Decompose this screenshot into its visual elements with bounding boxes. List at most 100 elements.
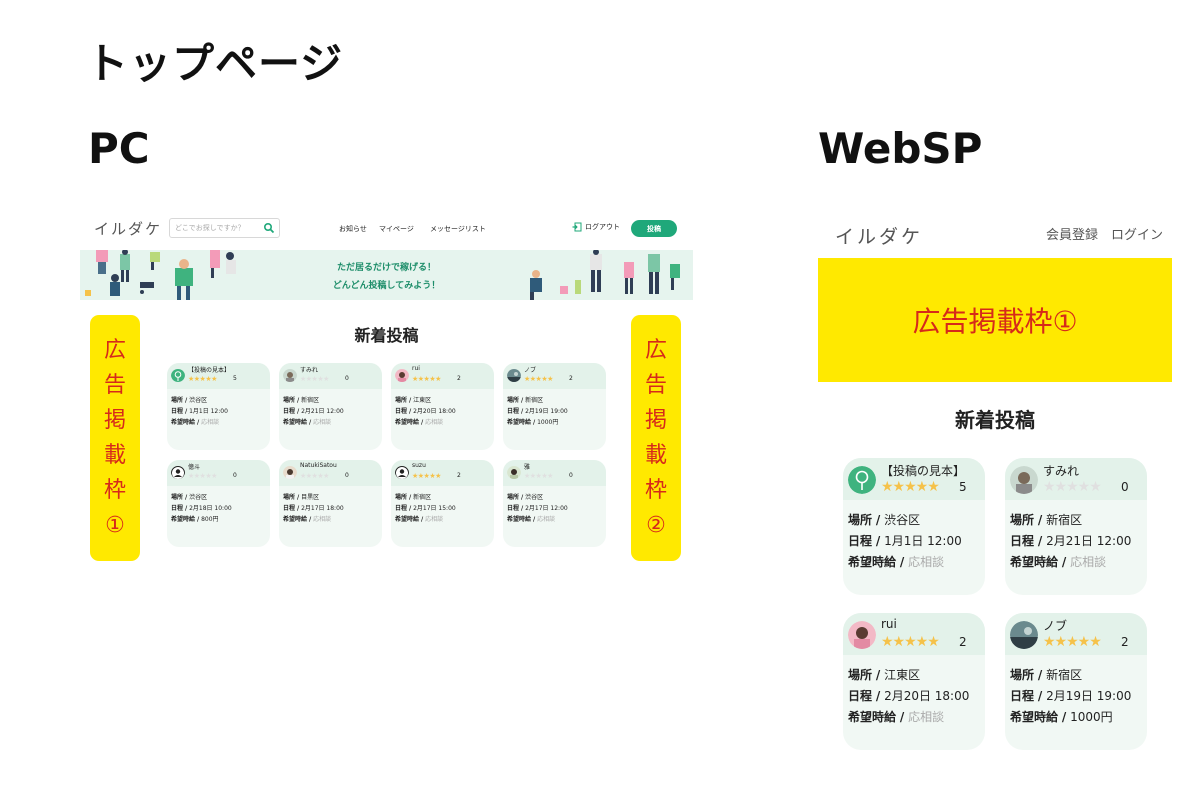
websp-section-label: WebSP [818, 124, 983, 173]
avatar [395, 465, 409, 479]
wage-value: 応相談 [1070, 555, 1107, 569]
date-label: 日程 [171, 505, 184, 512]
avatar [507, 368, 521, 382]
post-button[interactable]: 投稿 [631, 220, 677, 237]
post-author: ノブ [1043, 619, 1068, 633]
separator: / [196, 419, 200, 426]
rating-count: 2 [457, 472, 461, 479]
rating-stars: ★★★★★ [524, 375, 553, 383]
sp-ad-slot-1[interactable]: 広告掲載枠① [818, 258, 1172, 382]
place-label: 場所 [395, 397, 408, 404]
place-value: 新宿区 [301, 397, 320, 404]
rating-stars: ★★★★★ [300, 375, 329, 383]
wage-value: 1000円 [537, 419, 559, 426]
wage-label: 希望時給 [848, 555, 897, 569]
logout-link[interactable]: ログアウト [572, 222, 620, 232]
rating-count: 0 [345, 375, 349, 382]
post-card[interactable]: suzu ★★★★★ 2 場所 / 新宿区 日程 / 2月17日 15:00 希… [391, 460, 494, 547]
post-author: ノブ [524, 367, 537, 374]
post-card[interactable]: NatukiSatou ★★★★★ 0 場所 / 目黒区 日程 / 2月17日 … [279, 460, 382, 547]
avatar [1010, 466, 1038, 494]
ad-slot-2-char: 枠 [644, 478, 667, 503]
post-card[interactable]: すみれ ★★★★★ 0 場所 / 新宿区 日程 / 2月21日 12:00 希望… [1005, 458, 1147, 595]
nav-mypage[interactable]: マイページ [379, 224, 414, 234]
avatar [283, 465, 297, 479]
post-card[interactable]: ノブ ★★★★★ 2 場所 / 新宿区 日程 / 2月19日 19:00 希望時… [1005, 613, 1147, 750]
post-card[interactable]: すみれ ★★★★★ 0 場所 / 新宿区 日程 / 2月21日 12:00 希望… [279, 363, 382, 450]
avatar [507, 465, 521, 479]
rating-stars: ★★★★★ [412, 472, 441, 480]
date-label: 日程 [395, 408, 408, 415]
avatar [283, 368, 297, 382]
post-author: suzu [412, 462, 426, 469]
place-value: 江東区 [413, 397, 432, 404]
separator: / [420, 419, 424, 426]
nav-message-list[interactable]: メッセージリスト [430, 224, 486, 234]
place-value: 渋谷区 [884, 513, 921, 527]
post-author: 【投稿の見本】 [881, 464, 966, 478]
separator: / [196, 516, 200, 523]
wage-label: 希望時給 [283, 516, 308, 523]
place-value: 渋谷区 [525, 494, 544, 501]
separator: / [408, 397, 412, 404]
wage-value: 800円 [201, 516, 219, 523]
wage-label: 希望時給 [171, 419, 196, 426]
avatar [848, 621, 876, 649]
post-card[interactable]: ノブ ★★★★★ 2 場所 / 新宿区 日程 / 2月19日 19:00 希望時… [503, 363, 606, 450]
banner-line-1: ただ居るだけで稼げる！ [336, 263, 436, 273]
date-value: 1月1日 12:00 [189, 408, 228, 415]
new-posts-heading: 新着投稿 [354, 326, 419, 345]
sp-site-logo[interactable]: イルダケ [835, 222, 923, 249]
rating-count: 2 [457, 375, 461, 382]
ad-slot-2[interactable]: 広 告 掲 載 枠 ② [631, 315, 681, 561]
date-label: 日程 [395, 505, 408, 512]
rating-stars: ★★★★★ [881, 634, 940, 650]
date-value: 2月19日 19:00 [1046, 689, 1132, 703]
separator: / [184, 397, 188, 404]
wage-label: 希望時給 [395, 516, 420, 523]
search-placeholder: どこでお探しですか？ [175, 224, 245, 232]
place-value: 江東区 [884, 668, 921, 682]
post-card[interactable]: rui ★★★★★ 2 場所 / 江東区 日程 / 2月20日 18:00 希望… [843, 613, 985, 750]
date-value: 2月21日 12:00 [1046, 534, 1132, 548]
date-value: 2月18日 10:00 [189, 505, 232, 512]
post-card[interactable]: 【投稿の見本】 ★★★★★ 5 場所 / 渋谷区 日程 / 1月1日 12:00… [843, 458, 985, 595]
pc-header: イルダケ どこでお探しですか？ お知らせ マイページ メッセージリスト ログアウ… [80, 210, 693, 248]
separator: / [875, 534, 881, 548]
ad-slot-1-char: 告 [103, 373, 126, 398]
wage-value: 応相談 [908, 555, 945, 569]
pc-mockup: イルダケ どこでお探しですか？ お知らせ マイページ メッセージリスト ログアウ… [80, 210, 693, 570]
post-author: 億斗 [188, 464, 201, 471]
separator: / [296, 505, 300, 512]
separator: / [1061, 555, 1067, 569]
place-label: 場所 [1010, 513, 1035, 527]
register-link[interactable]: 会員登録 [1046, 224, 1098, 243]
rating-count: 2 [959, 635, 967, 649]
separator: / [520, 505, 524, 512]
wage-label: 希望時給 [1010, 555, 1059, 569]
login-link[interactable]: ログイン [1111, 224, 1163, 243]
rating-stars: ★★★★★ [412, 375, 441, 383]
wage-value: 応相談 [313, 516, 332, 523]
rating-count: 0 [569, 472, 573, 479]
post-author: すみれ [300, 367, 319, 374]
place-value: 目黒区 [301, 494, 320, 501]
search-icon[interactable] [263, 222, 275, 234]
date-label: 日程 [848, 689, 873, 703]
date-value: 2月21日 12:00 [301, 408, 344, 415]
rating-count: 2 [569, 375, 573, 382]
nav-news[interactable]: お知らせ [339, 224, 367, 234]
hero-banner: ただ居るだけで稼げる！ どんどん投稿してみよう！ [80, 250, 693, 300]
separator: / [184, 408, 188, 415]
logout-label: ログアウト [585, 223, 620, 231]
post-card[interactable]: 億斗 ★★★★★ 0 場所 / 渋谷区 日程 / 2月18日 10:00 希望時… [167, 460, 270, 547]
site-logo[interactable]: イルダケ [94, 218, 162, 239]
post-card[interactable]: 雅 ★★★★★ 0 場所 / 渋谷区 日程 / 2月17日 12:00 希望時給… [503, 460, 606, 547]
separator: / [408, 408, 412, 415]
separator: / [899, 710, 905, 724]
ad-slot-1[interactable]: 広 告 掲 載 枠 ① [90, 315, 140, 561]
post-card[interactable]: rui ★★★★★ 2 場所 / 江東区 日程 / 2月20日 18:00 希望… [391, 363, 494, 450]
search-input[interactable]: どこでお探しですか？ [169, 218, 280, 238]
separator: / [1037, 534, 1043, 548]
post-card[interactable]: 【投稿の見本】 ★★★★★ 5 場所 / 渋谷区 日程 / 1月1日 12:00… [167, 363, 270, 450]
